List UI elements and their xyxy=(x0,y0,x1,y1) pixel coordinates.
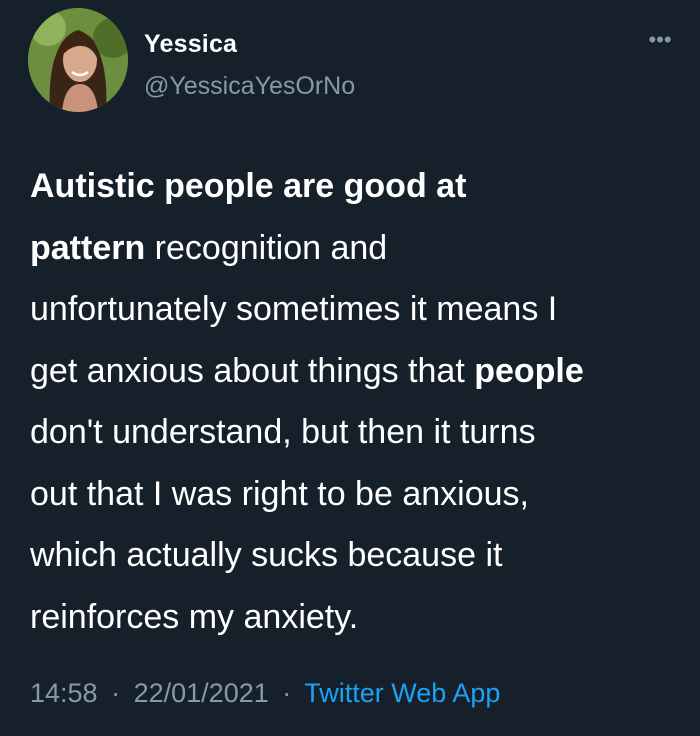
tweet-header: Yessica @YessicaYesOrNo ••• xyxy=(28,8,678,118)
tweet-card: Yessica @YessicaYesOrNo ••• Autistic peo… xyxy=(0,0,700,736)
display-name[interactable]: Yessica xyxy=(144,30,237,59)
tweet-line: unfortunately sometimes it means I xyxy=(30,279,680,341)
tweet-text-bold: pattern xyxy=(30,228,146,267)
user-handle[interactable]: @YessicaYesOrNo xyxy=(144,72,355,101)
tweet-date[interactable]: 22/01/2021 xyxy=(134,678,269,708)
tweet-text-bold: Autistic people are good at xyxy=(30,167,467,205)
tweet-line: pattern recognition and xyxy=(30,218,680,280)
tweet-text-segment: out that I was right to be anxious, xyxy=(30,474,529,513)
tweet-text-segment: don't understand, but then it turns xyxy=(30,413,536,451)
tweet-text-segment: reinforces my anxiety. xyxy=(30,597,359,636)
tweet-line: Autistic people are good at xyxy=(30,156,680,218)
tweet-text-bold: people xyxy=(474,351,584,390)
tweet-text-segment: get anxious about things that xyxy=(30,351,475,390)
tweet-line: get anxious about things that people xyxy=(30,341,680,403)
tweet-text-segment: recognition and xyxy=(145,228,388,267)
meta-separator: · xyxy=(111,678,121,708)
tweet-line: which actually sucks because it xyxy=(30,525,680,587)
tweet-text-segment: unfortunately sometimes it means I xyxy=(30,290,558,328)
tweet-text-segment: which actually sucks because it xyxy=(30,536,503,574)
tweet-line: don't understand, but then it turns xyxy=(30,402,680,464)
tweet-line: out that I was right to be anxious, xyxy=(30,464,680,526)
tweet-text: Autistic people are good at pattern recog… xyxy=(30,156,680,648)
tweet-time[interactable]: 14:58 xyxy=(30,678,98,708)
tweet-line: reinforces my anxiety. xyxy=(30,587,680,649)
more-options-icon[interactable]: ••• xyxy=(642,29,678,51)
avatar[interactable] xyxy=(28,8,128,112)
meta-separator: · xyxy=(282,678,292,708)
tweet-meta: 14:58 · 22/01/2021 · Twitter Web App xyxy=(30,678,500,709)
tweet-source-link[interactable]: Twitter Web App xyxy=(304,678,500,708)
